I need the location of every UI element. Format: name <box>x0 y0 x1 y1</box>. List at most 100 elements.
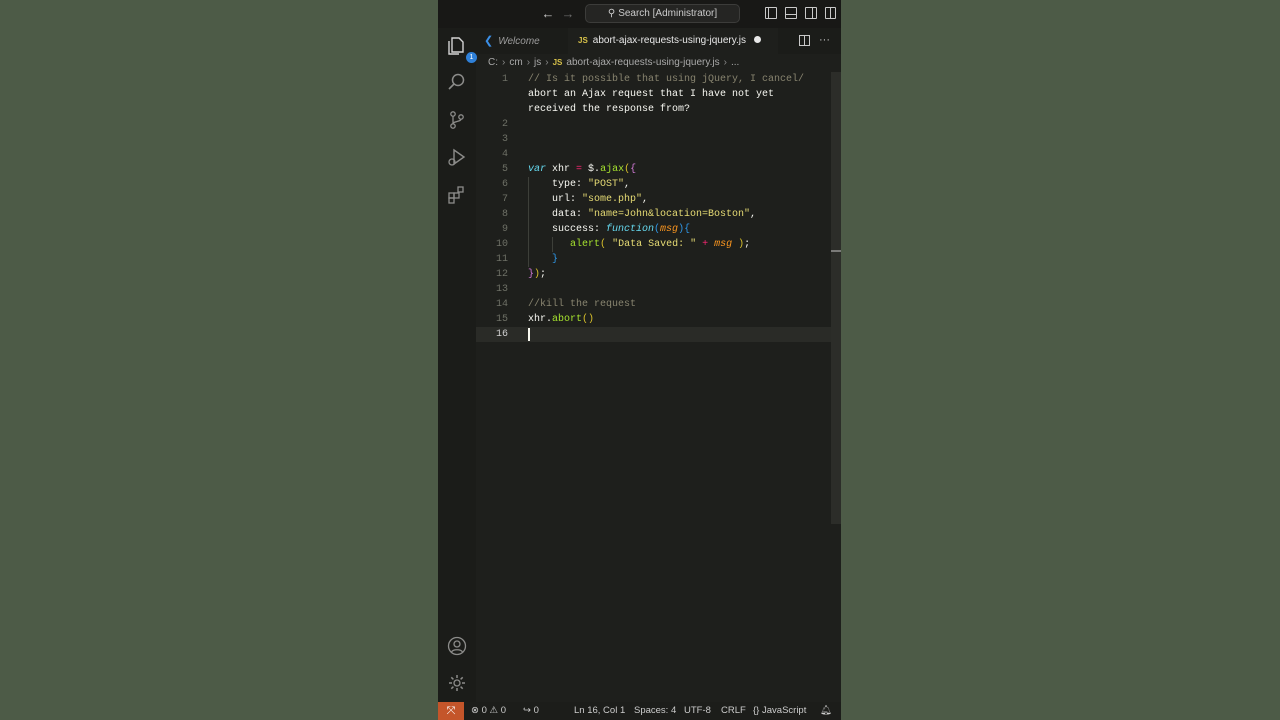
code-line[interactable]: 7 url: "some.php", <box>476 192 841 207</box>
indent-guide <box>552 237 553 252</box>
chevron-right-icon: › <box>723 57 727 68</box>
code-text: abort an Ajax request that I have not ye… <box>528 89 775 100</box>
line-number: 11 <box>495 254 508 265</box>
chevron-right-icon: › <box>545 57 549 68</box>
code-line[interactable]: 15 xhr.abort() <box>476 312 841 327</box>
code-editor[interactable]: 1 // Is it possible that using jQuery, I … <box>476 72 841 702</box>
title-bar: ← → ⚲ Search [Administrator] <box>438 0 841 28</box>
editor-scrollbar[interactable] <box>831 72 841 524</box>
indent-guide <box>528 237 529 252</box>
manage-gear-icon[interactable] <box>446 672 468 694</box>
code-line[interactable]: 13 <box>476 282 841 297</box>
code-line[interactable]: 11 } <box>476 252 841 267</box>
vscode-logo-icon: ❮ <box>484 35 494 47</box>
breadcrumb: C: › cm › js › JS abort-ajax-requests-using-jqu… <box>488 56 739 70</box>
source-control-icon[interactable] <box>446 109 468 131</box>
more-actions-icon[interactable]: ··· <box>819 28 830 52</box>
indent-guide <box>528 177 529 192</box>
code-line[interactable]: 5 var xhr = $.ajax({ <box>476 162 841 177</box>
js-file-icon: JS <box>578 36 588 45</box>
toggle-secondary-sidebar-icon[interactable] <box>805 7 817 19</box>
code-line[interactable]: 16 <box>476 327 841 342</box>
code-line[interactable]: abort an Ajax request that I have not ye… <box>476 87 841 102</box>
breadcrumb-item[interactable]: js <box>534 57 541 68</box>
ports-indicator[interactable]: ↪ 0 <box>523 702 539 720</box>
breadcrumb-file[interactable]: abort-ajax-requests-using-jquery.js <box>566 57 719 68</box>
line-number: 3 <box>501 134 508 145</box>
code-line[interactable]: 9 success: function(msg){ <box>476 222 841 237</box>
line-number: 16 <box>495 329 508 340</box>
toggle-primary-sidebar-icon[interactable] <box>765 7 777 19</box>
code-line[interactable]: 14 //kill the request <box>476 297 841 312</box>
text-cursor <box>528 328 530 341</box>
tab-abort-ajax-requests[interactable]: JS abort-ajax-requests-using-jquery.js <box>568 28 778 54</box>
code-text: success: function(msg){ <box>528 224 691 235</box>
code-line[interactable]: 3 <box>476 132 841 147</box>
explorer-icon[interactable]: 1 <box>446 35 477 63</box>
tab-welcome[interactable]: ❮ Welcome <box>476 28 568 54</box>
language-mode[interactable]: {} JavaScript <box>753 702 806 720</box>
split-editor-icon[interactable] <box>799 35 810 46</box>
remote-icon[interactable]: ⤧ <box>438 702 464 720</box>
code-line[interactable]: 2 <box>476 117 841 132</box>
unsaved-dot-icon[interactable] <box>754 35 762 43</box>
code-text: received the response from? <box>528 104 691 115</box>
indent-guide <box>528 192 529 207</box>
line-number: 15 <box>495 314 508 325</box>
arrow-left-icon[interactable]: ← <box>540 6 556 22</box>
search-icon[interactable] <box>446 71 468 93</box>
code-line[interactable]: 12}); <box>476 267 841 282</box>
line-number: 13 <box>495 284 508 295</box>
command-center-search[interactable]: ⚲ Search [Administrator] <box>585 4 740 23</box>
accounts-icon[interactable] <box>446 635 468 657</box>
indent-guide <box>528 222 529 237</box>
code-line[interactable]: 10 alert( "Data Saved: " + msg ); <box>476 237 841 252</box>
line-number: 5 <box>501 164 508 175</box>
code-line[interactable]: received the response from? <box>476 102 841 117</box>
line-number: 7 <box>501 194 508 205</box>
code-text: url: "some.php", <box>528 194 649 205</box>
code-text: } <box>552 254 559 265</box>
code-line[interactable]: 1 // Is it possible that using jQuery, I … <box>476 72 841 87</box>
line-number: 9 <box>501 224 508 235</box>
code-line[interactable]: 8 data: "name=John&location=Boston", <box>476 207 841 222</box>
scrollbar-cursor-marker <box>831 250 841 252</box>
search-placeholder: Search [Administrator] <box>618 8 718 19</box>
breadcrumb-item[interactable]: C: <box>488 57 498 68</box>
line-number: 1 <box>501 74 508 85</box>
toggle-panel-icon[interactable] <box>785 7 797 19</box>
line-number: 2 <box>501 119 508 130</box>
search-icon: ⚲ <box>607 8 616 19</box>
run-debug-icon[interactable] <box>446 146 468 168</box>
status-bar: ⤧ ⊗ 0 ⚠ 0 ↪ 0 Ln 16, Col 1 Spaces: 4 UTF… <box>438 702 841 720</box>
code-text: xhr.abort() <box>528 314 595 325</box>
code-line[interactable]: 6 type: "POST", <box>476 177 841 192</box>
activity-bar: 1 <box>438 28 477 702</box>
line-number: 14 <box>495 299 508 310</box>
bell-icon[interactable]: 🔔︎ <box>820 702 832 720</box>
arrow-right-icon[interactable]: → <box>560 6 576 22</box>
breadcrumb-symbols[interactable]: ... <box>731 57 739 68</box>
encoding[interactable]: UTF-8 <box>684 702 711 720</box>
indent-guide <box>528 207 529 222</box>
braces-icon: {} <box>753 705 760 716</box>
customize-layout-icon[interactable] <box>825 7 836 19</box>
error-icon: ⊗ <box>471 705 479 716</box>
indentation[interactable]: Spaces: 4 <box>634 702 676 720</box>
warning-count: 0 <box>500 705 507 716</box>
code-text: }); <box>528 269 547 280</box>
code-text: // Is it possible that using jQuery, I c… <box>528 74 805 85</box>
line-number: 12 <box>495 269 508 280</box>
extensions-icon[interactable] <box>446 184 468 206</box>
code-text: alert( "Data Saved: " + msg ); <box>570 239 751 250</box>
vscode-window: ← → ⚲ Search [Administrator] 1 ❮ Welcome… <box>438 0 841 720</box>
tab-label: abort-ajax-requests-using-jquery.js <box>592 35 747 46</box>
code-line[interactable]: 4 <box>476 147 841 162</box>
cursor-position[interactable]: Ln 16, Col 1 <box>574 702 625 720</box>
ports-icon: ↪ <box>523 705 531 716</box>
breadcrumb-item[interactable]: cm <box>509 57 522 68</box>
chevron-right-icon: › <box>502 57 506 68</box>
code-text: //kill the request <box>528 299 637 310</box>
problems-indicator[interactable]: ⊗ 0 ⚠ 0 <box>471 702 506 720</box>
end-of-line[interactable]: CRLF <box>721 702 746 720</box>
